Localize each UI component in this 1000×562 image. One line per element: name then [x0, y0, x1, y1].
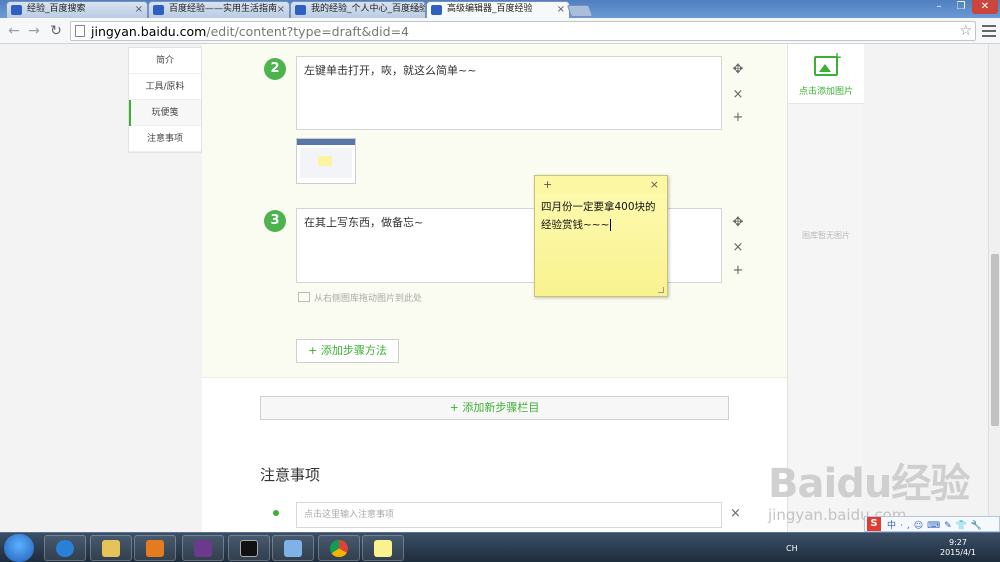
bullet-icon: [273, 510, 279, 516]
add-icon[interactable]: +: [730, 263, 746, 278]
chrome-taskbar-button[interactable]: [318, 535, 360, 561]
sticky-note[interactable]: + × 四月份一定要拿400块的 经验赏钱~~~: [534, 175, 668, 297]
ime-toolbar[interactable]: S 中·,☺⌨✎👕🔧: [864, 516, 1000, 532]
forward-arrow-icon[interactable]: →: [26, 22, 42, 40]
paint-icon: [284, 540, 302, 557]
image-gallery: + 点击添加图片 图库暂无图片: [787, 44, 864, 532]
restore-icon[interactable]: ❐: [950, 0, 972, 14]
language-indicator[interactable]: CH: [786, 544, 798, 553]
step-image-thumbnail[interactable]: [296, 138, 356, 184]
section-nav: 简介 工具/原料 玩便笺 注意事项: [128, 47, 202, 153]
nav-item-intro[interactable]: 简介: [129, 48, 201, 74]
minimize-icon[interactable]: –: [928, 0, 950, 14]
sticky-text[interactable]: 四月份一定要拿400块的 经验赏钱~~~: [535, 194, 667, 238]
tab-title: 经验_百度搜索: [27, 4, 86, 14]
resize-grip-icon[interactable]: [658, 287, 664, 293]
system-tray: CH 9:27 2015/4/1: [780, 535, 1000, 561]
cmd-taskbar-button[interactable]: [228, 535, 270, 561]
gallery-empty-text: 图库暂无图片: [802, 231, 850, 240]
nav-item-sticky[interactable]: 玩便笺: [129, 100, 201, 126]
tab-jingyan-home[interactable]: 百度经验——实用生活指南 ×: [148, 1, 290, 18]
window-close-icon[interactable]: ✕: [972, 0, 998, 14]
sogou-ime-icon[interactable]: S: [867, 517, 881, 531]
menu-icon[interactable]: [982, 22, 996, 38]
sticky-header[interactable]: + ×: [535, 176, 667, 194]
tab-title: 高级编辑器_百度经验: [447, 4, 533, 14]
close-icon[interactable]: ×: [557, 2, 565, 17]
ie-taskbar-button[interactable]: [44, 535, 86, 561]
new-tab-button[interactable]: [566, 5, 594, 17]
windows-taskbar: CH 9:27 2015/4/1: [0, 532, 1000, 562]
media-player-taskbar-button[interactable]: [134, 535, 176, 561]
close-icon[interactable]: ×: [413, 2, 421, 17]
back-arrow-icon[interactable]: ←: [6, 22, 22, 40]
steps-area: 2 左键单击打开，咴，就这么简单~~ ✥ × + 3 在其上写东西，做备忘~ ✥…: [202, 44, 787, 378]
explorer-taskbar-button[interactable]: [90, 535, 132, 561]
page-content: 简介 工具/原料 玩便笺 注意事项 2 左键单击打开，咴，就这么简单~~ ✥ ×…: [0, 44, 988, 532]
add-section-button[interactable]: + 添加新步骤栏目: [260, 396, 729, 420]
app-icon: [194, 540, 212, 557]
bookmark-star-icon[interactable]: ☆: [959, 22, 972, 40]
sticky-notes-taskbar-button[interactable]: [362, 535, 404, 561]
tab-search[interactable]: 经验_百度搜索 ×: [6, 1, 148, 18]
add-icon[interactable]: +: [730, 110, 746, 125]
close-icon[interactable]: ×: [277, 2, 285, 17]
browser-titlebar: 经验_百度搜索 × 百度经验——实用生活指南 × 我的经验_个人中心_百度经验 …: [0, 0, 1000, 18]
baidu-paw-icon: [153, 5, 164, 15]
baidu-paw-icon: [295, 5, 306, 15]
tab-personal-center[interactable]: 我的经验_个人中心_百度经验 ×: [290, 1, 426, 18]
image-icon: [298, 292, 310, 302]
baidu-paw-icon: [431, 5, 442, 15]
scroll-thumb[interactable]: [991, 254, 999, 426]
delete-icon[interactable]: ×: [730, 506, 741, 521]
nav-item-tools[interactable]: 工具/原料: [129, 74, 201, 100]
move-icon[interactable]: ✥: [730, 62, 746, 77]
app-taskbar-button[interactable]: [182, 535, 224, 561]
step-number: 2: [264, 58, 286, 80]
page-scrollbar[interactable]: [988, 44, 1000, 532]
delete-icon[interactable]: ×: [730, 240, 746, 255]
drag-image-hint: 从右侧图库拖动图片到此处: [298, 291, 422, 304]
add-method-button[interactable]: + 添加步骤方法: [296, 339, 399, 363]
close-icon[interactable]: ×: [135, 2, 143, 17]
nav-item-notes[interactable]: 注意事项: [129, 126, 201, 152]
close-icon[interactable]: ×: [650, 178, 659, 191]
tab-title: 百度经验——实用生活指南: [169, 4, 278, 14]
notes-input[interactable]: 点击这里输入注意事项: [296, 502, 722, 528]
paint-taskbar-button[interactable]: [272, 535, 314, 561]
cmd-icon: [240, 540, 258, 557]
baidu-paw-icon: [11, 5, 22, 15]
move-icon[interactable]: ✥: [730, 215, 746, 230]
clock[interactable]: 9:27 2015/4/1: [940, 538, 976, 558]
notes-heading: 注意事项: [260, 466, 321, 484]
ie-icon: [56, 540, 74, 557]
browser-toolbar: ← → ↻ jingyan.baidu.com/edit/content?typ…: [0, 18, 1000, 44]
new-note-icon[interactable]: +: [543, 178, 552, 191]
page-icon: [75, 25, 85, 37]
url-text[interactable]: jingyan.baidu.com/edit/content?type=draf…: [91, 23, 409, 40]
step-text-editor[interactable]: 左键单击打开，咴，就这么简单~~: [296, 56, 722, 130]
folder-icon: [102, 540, 120, 557]
reload-icon[interactable]: ↻: [48, 22, 64, 40]
tab-title: 我的经验_个人中心_百度经验: [311, 4, 426, 14]
media-player-icon: [146, 540, 164, 557]
start-button[interactable]: [4, 534, 34, 562]
step-number: 3: [264, 210, 286, 232]
sticky-notes-icon: [374, 540, 392, 557]
add-image-button[interactable]: + 点击添加图片: [788, 44, 864, 104]
delete-icon[interactable]: ×: [730, 87, 746, 102]
editor-panel: 2 左键单击打开，咴，就这么简单~~ ✥ × + 3 在其上写东西，做备忘~ ✥…: [202, 44, 787, 532]
address-bar[interactable]: jingyan.baidu.com/edit/content?type=draf…: [70, 21, 976, 41]
tab-advanced-editor[interactable]: 高级编辑器_百度经验 ×: [426, 1, 570, 18]
chrome-icon: [330, 540, 348, 557]
